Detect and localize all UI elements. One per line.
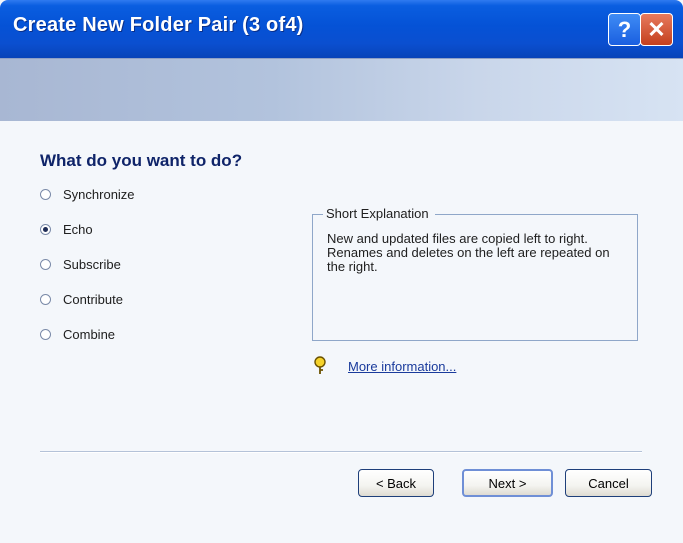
page-heading: What do you want to do? — [40, 151, 243, 170]
subscribe-radio[interactable] — [40, 259, 51, 270]
more-information-link[interactable]: More information... — [348, 359, 456, 374]
button-separator — [40, 451, 642, 453]
option-combine[interactable]: Combine — [40, 327, 115, 342]
contribute-radio[interactable] — [40, 294, 51, 305]
more-info-row: More information... — [313, 356, 456, 376]
explanation-legend: Short Explanation — [323, 206, 435, 221]
back-button[interactable]: < Back — [358, 469, 434, 497]
window-title: Create New Folder Pair (3 of4) — [13, 14, 304, 36]
combine-label: Combine — [63, 327, 116, 342]
explanation-text: New and updated files are copied left to… — [327, 231, 610, 274]
contribute-label: Contribute — [63, 292, 123, 307]
explanation-groupbox: Short Explanation New and updated files … — [312, 206, 638, 341]
header-banner — [0, 58, 683, 122]
echo-label: Echo — [63, 222, 93, 237]
close-icon: ✕ — [647, 16, 666, 42]
info-tip-icon — [313, 356, 327, 376]
help-button[interactable]: ? — [608, 13, 641, 46]
option-echo[interactable]: Echo — [40, 222, 93, 237]
option-contribute[interactable]: Contribute — [40, 292, 123, 307]
option-subscribe[interactable]: Subscribe — [40, 257, 121, 272]
synchronize-label: Synchronize — [63, 187, 135, 202]
next-button[interactable]: Next > — [462, 469, 553, 497]
wizard-content: What do you want to do? Synchronize Echo… — [0, 121, 683, 543]
subscribe-label: Subscribe — [63, 257, 121, 272]
synchronize-radio[interactable] — [40, 189, 51, 200]
echo-radio[interactable] — [40, 224, 51, 235]
dialog-window: Create New Folder Pair (3 of4) ? ✕ What … — [0, 0, 683, 543]
cancel-button[interactable]: Cancel — [565, 469, 652, 497]
option-synchronize[interactable]: Synchronize — [40, 187, 135, 202]
help-icon: ? — [617, 16, 632, 42]
combine-radio[interactable] — [40, 329, 51, 340]
title-bar[interactable]: Create New Folder Pair (3 of4) ? ✕ — [0, 0, 683, 58]
close-button[interactable]: ✕ — [640, 13, 673, 46]
